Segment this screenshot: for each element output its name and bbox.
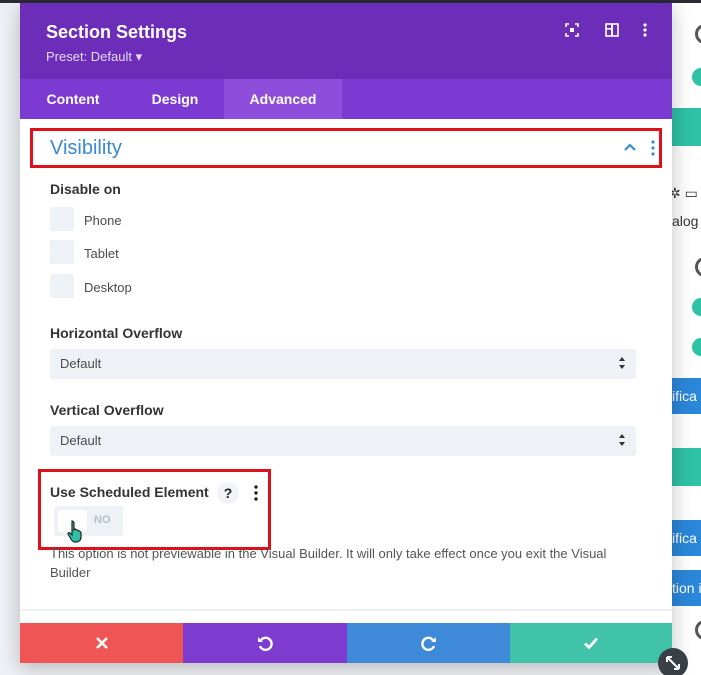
cancel-button[interactable] <box>20 623 183 663</box>
select-arrows-icon <box>619 434 625 446</box>
modal-title: Section Settings <box>46 22 188 42</box>
more-options-icon[interactable] <box>247 483 265 503</box>
tab-design[interactable]: Design <box>126 79 224 119</box>
settings-body: Visibility Disable on Phone Tablet Deskt… <box>20 119 672 611</box>
close-icon <box>95 637 108 649</box>
background-icons: ✲ ▭ <box>669 185 698 201</box>
background-link: ifica <box>672 378 701 414</box>
fullscreen-icon[interactable] <box>563 23 581 41</box>
disable-on-label: Disable on <box>50 181 121 197</box>
scheduled-element-toggle[interactable]: NO <box>54 506 123 536</box>
chevron-up-icon[interactable] <box>622 139 638 155</box>
vertical-overflow-label: Vertical Overflow <box>50 402 164 418</box>
save-button[interactable] <box>510 623 672 663</box>
section-settings-modal: Section Settings Preset: Default ▾ Conte… <box>20 3 672 663</box>
background-link: tion i <box>672 570 701 606</box>
preset-dropdown[interactable]: Preset: Default ▾ <box>46 49 142 65</box>
modal-footer <box>20 623 672 663</box>
section-more-icon[interactable] <box>648 139 658 157</box>
tablet-label: Tablet <box>84 246 119 261</box>
desktop-checkbox[interactable] <box>50 274 74 298</box>
horizontal-overflow-select[interactable]: Default <box>50 349 636 379</box>
divider <box>20 609 672 611</box>
phone-label: Phone <box>84 213 122 228</box>
scheduled-element-label: Use Scheduled Element <box>50 484 209 500</box>
settings-tabs: Content Design Advanced <box>20 79 672 119</box>
vertical-overflow-value: Default <box>60 433 102 448</box>
vertical-overflow-select[interactable]: Default <box>50 426 636 456</box>
background-teal-bar <box>672 448 701 486</box>
toggle-state-text: NO <box>94 514 111 526</box>
phone-checkbox[interactable] <box>50 207 74 231</box>
background-text: alog <box>672 213 699 229</box>
undo-button[interactable] <box>183 623 347 663</box>
split-view-icon[interactable] <box>603 23 621 41</box>
check-icon <box>584 637 599 649</box>
preview-note: This option is not previewable in the Vi… <box>50 546 607 580</box>
tablet-checkbox[interactable] <box>50 240 74 264</box>
resize-handle[interactable] <box>658 648 688 675</box>
resize-icon <box>666 656 680 670</box>
horizontal-overflow-value: Default <box>60 356 102 371</box>
more-options-icon[interactable] <box>636 23 654 41</box>
select-arrows-icon <box>619 357 625 369</box>
visibility-section-header[interactable]: Visibility <box>30 128 662 168</box>
background-link: ifica <box>672 520 701 556</box>
background-teal-bar <box>672 108 701 146</box>
hand-cursor-icon <box>67 520 82 543</box>
undo-icon <box>258 636 273 651</box>
visibility-title: Visibility <box>50 137 122 159</box>
horizontal-overflow-label: Horizontal Overflow <box>50 325 183 341</box>
redo-icon <box>420 636 436 651</box>
tab-content[interactable]: Content <box>20 79 126 119</box>
help-icon[interactable]: ? <box>217 482 239 504</box>
modal-header: Section Settings Preset: Default ▾ <box>20 3 672 79</box>
tab-advanced[interactable]: Advanced <box>224 79 342 119</box>
redo-button[interactable] <box>347 623 510 663</box>
desktop-label: Desktop <box>84 280 132 295</box>
